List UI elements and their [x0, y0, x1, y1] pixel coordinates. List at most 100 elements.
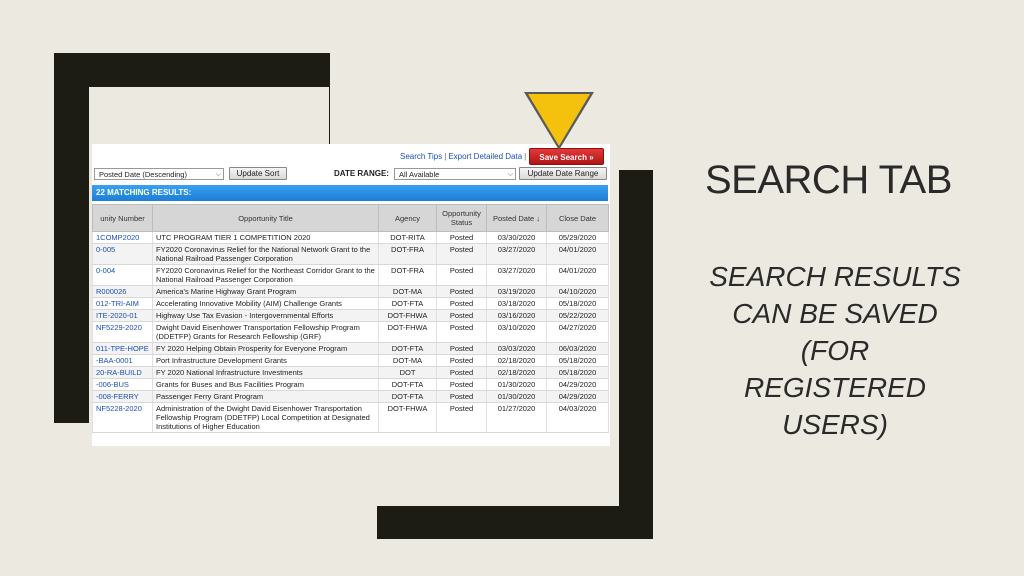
cell-posted-date: 03/19/2020: [486, 285, 547, 298]
cell-title: FY2020 Coronavirus Relief for the Northe…: [152, 264, 379, 286]
table-row[interactable]: -008-FERRY Passenger Ferry Grant Program D…: [92, 390, 609, 403]
cell-close-date: 05/29/2020: [546, 231, 609, 244]
cell-posted-date: 03/10/2020: [486, 321, 547, 343]
cell-agency: DOT-MA: [378, 285, 437, 298]
cell-title: FY 2020 National Infrastructure Investme…: [152, 366, 379, 379]
cell-number[interactable]: 0-005: [92, 243, 153, 265]
cell-agency: DOT-RITA: [378, 231, 437, 244]
cell-posted-date: 03/03/2020: [486, 342, 547, 355]
table-row[interactable]: 011-TPE-HOPE FY 2020 Helping Obtain Prosp…: [92, 342, 609, 355]
grants-search-screenshot: Search Tips | Export Detailed Data | Save S…: [92, 144, 610, 446]
cell-number[interactable]: -008-FERRY: [92, 390, 153, 403]
cell-status: Posted: [436, 342, 487, 355]
cell-posted-date: 03/18/2020: [486, 297, 547, 310]
cell-title: UTC PROGRAM TIER 1 COMPETITION 2020: [152, 231, 379, 244]
table-row[interactable]: 0-004 FY2020 Coronavirus Relief for the N…: [92, 264, 609, 286]
cell-title: FY2020 Coronavirus Relief for the Nation…: [152, 243, 379, 265]
cell-number[interactable]: 0-004: [92, 264, 153, 286]
cell-number[interactable]: 1COMP2020: [92, 231, 153, 244]
cell-posted-date: 02/18/2020: [486, 354, 547, 367]
table-row[interactable]: -BAA-0001 Port Infrastructure Development…: [92, 354, 609, 367]
chevron-down-icon: ⌵: [507, 171, 513, 178]
cell-number[interactable]: 011-TPE-HOPE: [92, 342, 153, 355]
cell-status: Posted: [436, 354, 487, 367]
table-row[interactable]: 012-TRI-AIM Accelerating Innovative Mobil…: [92, 297, 609, 310]
cell-status: Posted: [436, 297, 487, 310]
date-range-select[interactable]: All Available ⌵: [394, 168, 516, 180]
column-header-agency[interactable]: Agency: [378, 204, 437, 232]
cell-number[interactable]: 012-TRI-AIM: [92, 297, 153, 310]
cell-close-date: 04/01/2020: [546, 264, 609, 286]
cell-number[interactable]: R000026: [92, 285, 153, 298]
cell-number[interactable]: -BAA-0001: [92, 354, 153, 367]
cell-close-date: 05/22/2020: [546, 309, 609, 322]
cell-close-date: 04/01/2020: [546, 243, 609, 265]
column-header-status[interactable]: Opportunity Status: [436, 204, 487, 232]
cell-close-date: 05/18/2020: [546, 297, 609, 310]
cell-close-date: 06/03/2020: [546, 342, 609, 355]
subtext-line: SEARCH RESULTS: [709, 261, 961, 292]
cell-number[interactable]: ITE-2020-01: [92, 309, 153, 322]
column-header-number[interactable]: unity Number: [92, 204, 153, 232]
table-row[interactable]: -006-BUS Grants for Buses and Bus Facilit…: [92, 378, 609, 391]
cell-title: Administration of the Dwight David Eisen…: [152, 402, 379, 433]
cell-close-date: 04/29/2020: [546, 378, 609, 391]
cell-number[interactable]: -006-BUS: [92, 378, 153, 391]
sort-row: Posted Date (Descending) ⌵ Update Sort D…: [92, 167, 610, 182]
search-tips-link[interactable]: Search Tips: [400, 152, 442, 161]
table-row[interactable]: 0-005 FY2020 Coronavirus Relief for the N…: [92, 243, 609, 265]
date-range-value: All Available: [399, 170, 440, 179]
top-links: Search Tips | Export Detailed Data |: [400, 152, 528, 161]
triangle-pointer-fill: [528, 94, 590, 146]
cell-status: Posted: [436, 378, 487, 391]
link-separator: |: [524, 152, 527, 161]
cell-number[interactable]: NF5229-2020: [92, 321, 153, 343]
cell-agency: DOT-MA: [378, 354, 437, 367]
cell-status: Posted: [436, 285, 487, 298]
table-row[interactable]: R000026 America's Marine Highway Grant Pr…: [92, 285, 609, 298]
cell-close-date: 04/27/2020: [546, 321, 609, 343]
chevron-down-icon: ⌵: [215, 171, 221, 178]
column-header-close-date[interactable]: Close Date: [546, 204, 609, 232]
table-row[interactable]: ITE-2020-01 Highway Use Tax Evasion - Int…: [92, 309, 609, 322]
cell-posted-date: 03/16/2020: [486, 309, 547, 322]
cell-status: Posted: [436, 243, 487, 265]
cell-title: Dwight David Eisenhower Transportation F…: [152, 321, 379, 343]
cell-status: Posted: [436, 390, 487, 403]
cell-agency: DOT-FHWA: [378, 309, 437, 322]
table-row[interactable]: 1COMP2020 UTC PROGRAM TIER 1 COMPETITION …: [92, 231, 609, 244]
column-header-title[interactable]: Opportunity Title: [152, 204, 379, 232]
save-search-button[interactable]: Save Search »: [529, 148, 604, 165]
cell-agency: DOT-FHWA: [378, 321, 437, 343]
table-row[interactable]: NF5229-2020 Dwight David Eisenhower Trans…: [92, 321, 609, 343]
cell-title: Accelerating Innovative Mobility (AIM) C…: [152, 297, 379, 310]
cell-agency: DOT-FTA: [378, 378, 437, 391]
cell-posted-date: 02/18/2020: [486, 366, 547, 379]
update-date-range-button[interactable]: Update Date Range: [519, 167, 607, 180]
cell-title: Highway Use Tax Evasion - Intergovernmen…: [152, 309, 379, 322]
update-sort-button[interactable]: Update Sort: [229, 167, 287, 180]
cell-agency: DOT-FTA: [378, 342, 437, 355]
cell-status: Posted: [436, 366, 487, 379]
results-table: unity Number Opportunity Title Agency Op…: [92, 204, 609, 433]
sort-select[interactable]: Posted Date (Descending) ⌵: [94, 168, 224, 180]
cell-posted-date: 01/30/2020: [486, 378, 547, 391]
link-separator: |: [444, 152, 447, 161]
cell-agency: DOT-FTA: [378, 297, 437, 310]
slide-subtext: SEARCH RESULTS CAN BE SAVED (FOR REGISTE…: [696, 258, 974, 443]
cell-close-date: 05/18/2020: [546, 354, 609, 367]
table-row[interactable]: 20-RA-BUILD FY 2020 National Infrastructu…: [92, 366, 609, 379]
sort-select-value: Posted Date (Descending): [99, 170, 187, 179]
cell-status: Posted: [436, 231, 487, 244]
cell-number[interactable]: 20-RA-BUILD: [92, 366, 153, 379]
table-row[interactable]: NF5228-2020 Administration of the Dwight …: [92, 402, 609, 433]
cell-number[interactable]: NF5228-2020: [92, 402, 153, 433]
cell-title: FY 2020 Helping Obtain Prosperity for Ev…: [152, 342, 379, 355]
subtext-line: CAN BE SAVED: [732, 298, 938, 329]
cell-close-date: 05/18/2020: [546, 366, 609, 379]
results-banner: 22 MATCHING RESULTS:: [92, 185, 608, 201]
cell-close-date: 04/03/2020: [546, 402, 609, 433]
cell-agency: DOT-FRA: [378, 243, 437, 265]
export-detailed-data-link[interactable]: Export Detailed Data: [448, 152, 522, 161]
column-header-posted-date[interactable]: Posted Date ↓: [486, 204, 547, 232]
